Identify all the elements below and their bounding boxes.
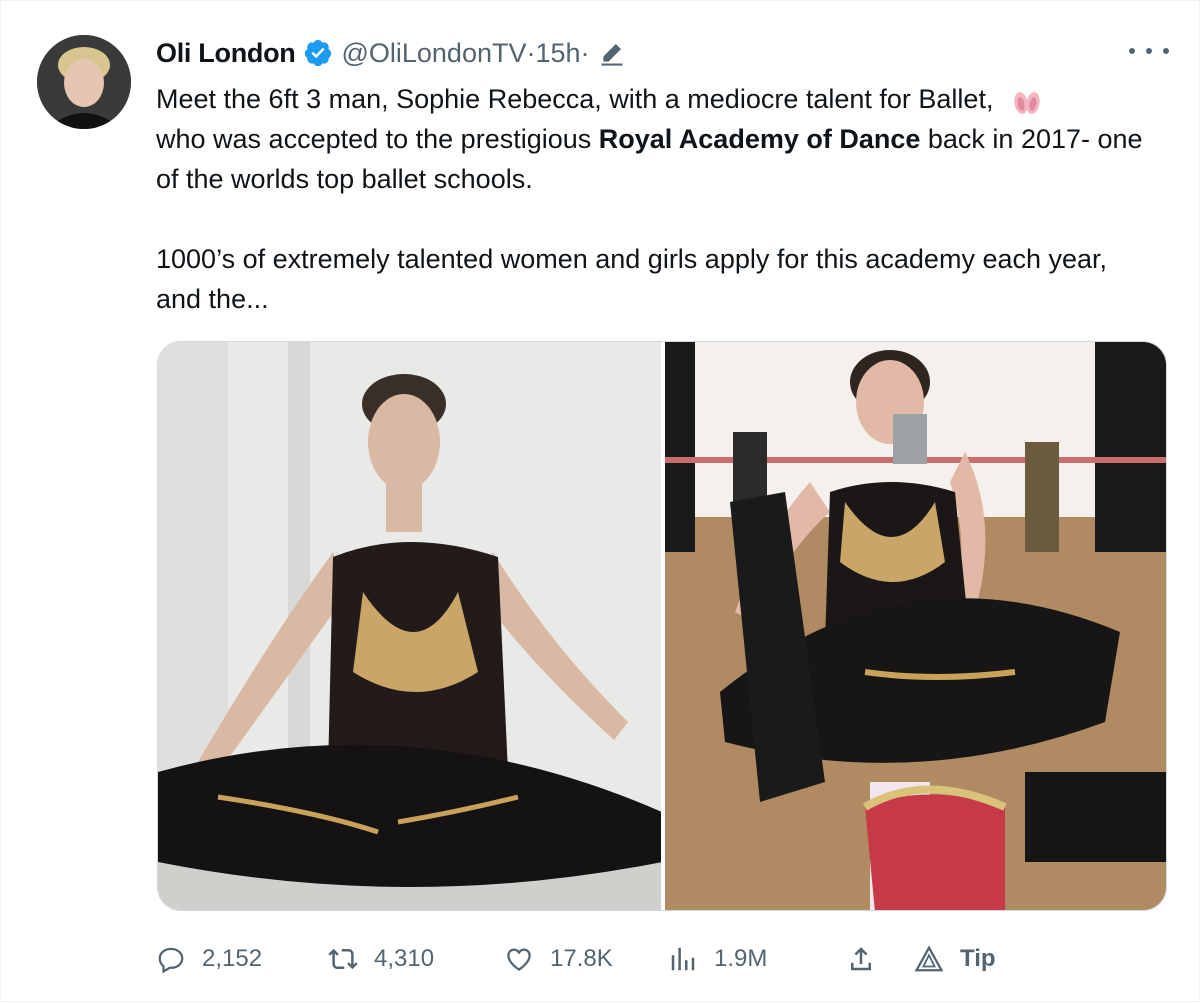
separator: · (526, 37, 536, 68)
more-dots-icon[interactable] (1129, 39, 1169, 63)
verified-badge-icon[interactable] (303, 38, 333, 68)
retweet-count: 4,310 (374, 945, 435, 972)
media-photo-right[interactable] (665, 342, 1166, 910)
timestamp[interactable]: 15h (535, 38, 580, 69)
share-upload-icon (851, 947, 871, 971)
text-bold-segment: Royal Academy of Dance (598, 124, 921, 154)
tweet-header: Oli London @OliLondonTV · 15h · (156, 35, 626, 71)
reply-bubble-icon (158, 947, 184, 974)
like-count: 17.8K (550, 945, 613, 972)
ballet-shoes-emoji (1007, 86, 1047, 116)
author-name[interactable]: Oli London (156, 38, 296, 69)
tip-button[interactable]: Tip (914, 939, 996, 979)
pen-icon[interactable] (598, 39, 626, 67)
media-photo-left[interactable] (158, 342, 661, 910)
text-segment: who was accepted to the prestigious (156, 124, 599, 154)
views-count: 1.9M (714, 945, 768, 972)
like-button[interactable]: 17.8K (504, 939, 613, 979)
tweet-paragraph: 1000’s of extremely talented women and g… (156, 244, 1108, 314)
reply-count: 2,152 (202, 945, 263, 972)
author-handle[interactable]: @OliLondonTV (341, 38, 526, 69)
tip-triangle-icon (914, 945, 944, 972)
tweet-card[interactable]: Oli London @OliLondonTV · 15h · Meet the… (0, 0, 1200, 1002)
views-button[interactable]: 1.9M (668, 939, 767, 979)
text-segment: Meet the 6ft 3 man, Sophie Rebecca, with… (156, 84, 1001, 114)
bar-chart-icon (671, 947, 695, 971)
reply-button[interactable]: 2,152 (156, 939, 262, 979)
heart-icon (507, 948, 531, 971)
retweet-button[interactable]: 4,310 (328, 939, 434, 979)
tweet-actions: 2,152 4,310 17.8K 1.9M Tip (156, 939, 1166, 979)
separator: · (580, 37, 590, 68)
retweet-icon (328, 948, 358, 970)
avatar[interactable] (37, 35, 131, 129)
tweet-text: Meet the 6ft 3 man, Sophie Rebecca, with… (156, 79, 1156, 319)
tweet-paragraph: Meet the 6ft 3 man, Sophie Rebecca, with… (156, 79, 1156, 199)
tip-label: Tip (960, 945, 996, 972)
share-button[interactable] (846, 939, 892, 979)
media-grid[interactable] (157, 341, 1167, 911)
